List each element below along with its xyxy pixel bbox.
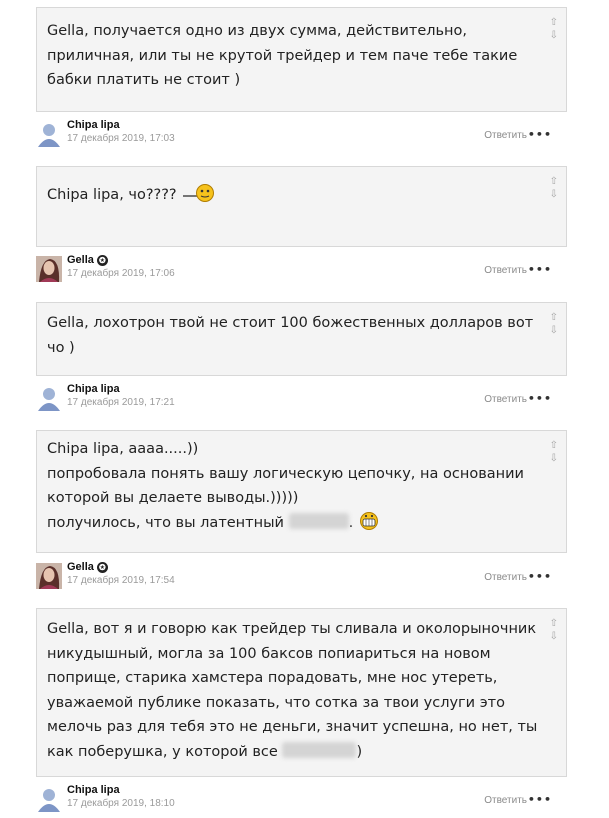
comment-line: приличная, или ты не крутой трейдер и те…	[47, 47, 518, 64]
comment-text: Gella, вот я и говорю как трейдер ты сли…	[47, 617, 538, 765]
comment-box: Chipa lipa, аааа.....)) попробовала поня…	[36, 430, 567, 553]
comment-text: Gella, лохотрон твой не стоит 100 божест…	[47, 311, 534, 360]
upvote-icon[interactable]: ⇧	[550, 175, 558, 188]
more-options-icon[interactable]: •••	[528, 393, 552, 404]
comment-line: попробовала понять вашу логическую цепоч…	[47, 465, 524, 482]
reply-button[interactable]: Ответить	[484, 130, 527, 141]
comment-meta: Chipa lipa 17 декабря 2019, 17:21 Ответи…	[36, 381, 567, 415]
upvote-icon[interactable]: ⇧	[550, 617, 558, 630]
more-options-icon[interactable]: •••	[528, 794, 552, 805]
more-options-icon[interactable]: •••	[528, 264, 552, 275]
comment-line-text: как поберушка, у которой все	[47, 743, 278, 760]
laughing-smiley-icon	[359, 511, 378, 530]
vote-controls: ⇧ ⇩	[550, 617, 558, 643]
author-name-text: Gella	[67, 561, 94, 573]
upvote-icon[interactable]: ⇧	[550, 439, 558, 452]
comment-line: Chipa lipa, чо????	[47, 183, 526, 208]
downvote-icon[interactable]: ⇩	[550, 188, 558, 201]
author-name[interactable]: Chipa lipa	[67, 784, 120, 796]
user-photo-avatar[interactable]	[36, 563, 62, 589]
default-avatar-icon[interactable]	[36, 786, 62, 812]
upvote-icon[interactable]: ⇧	[550, 311, 558, 324]
comment-line: уважаемой публике показать, что сотка за…	[47, 694, 505, 711]
comment-date: 17 декабря 2019, 18:10	[67, 798, 175, 809]
comment-line-text: Chipa lipa, чо????	[47, 187, 177, 203]
comment-box: Chipa lipa, чо???? ⇧ ⇩	[36, 166, 567, 247]
reply-button[interactable]: Ответить	[484, 795, 527, 806]
comment-meta: Gella ✪ 17 декабря 2019, 17:54 Ответить •…	[36, 559, 567, 593]
comment-meta: Chipa lipa 17 декабря 2019, 18:10 Ответи…	[36, 782, 567, 816]
comment-box: Gella, получается одно из двух сумма, де…	[36, 7, 567, 112]
comment-line: поприще, старика хамстера порадовать, мн…	[47, 670, 498, 686]
author-name[interactable]: Chipa lipa	[67, 383, 120, 395]
comment-line-text: получилось, что вы латентный	[47, 514, 284, 531]
comment-text: Chipa lipa, аааа.....)) попробовала поня…	[47, 437, 526, 535]
comment-text: Gella, получается одно из двух сумма, де…	[47, 19, 526, 93]
comment-line: получилось, что вы латентный .	[47, 511, 526, 536]
comment-line-end: .	[348, 514, 354, 531]
comment-line: мелочь раз для тебя это не деньги, значи…	[47, 719, 538, 735]
comment-date: 17 декабря 2019, 17:03	[67, 133, 175, 144]
badge-star-icon: ✪	[96, 255, 108, 266]
comment-date: 17 декабря 2019, 17:06	[67, 268, 175, 279]
comment-line: Gella, получается одно из двух сумма, де…	[47, 23, 468, 39]
vote-controls: ⇧ ⇩	[550, 16, 558, 42]
more-options-icon[interactable]: •••	[528, 129, 552, 140]
author-name[interactable]: Chipa lipa	[67, 119, 120, 131]
comment-date: 17 декабря 2019, 17:54	[67, 575, 175, 586]
smoking-smiley-icon	[183, 184, 215, 202]
comment-meta: Chipa lipa 17 декабря 2019, 17:03 Ответи…	[36, 117, 567, 151]
comment-line: никудышный, могла за 100 баксов попиарит…	[47, 645, 491, 662]
reply-button[interactable]: Ответить	[484, 265, 527, 276]
comment-meta: Gella ✪ 17 декабря 2019, 17:06 Ответить •…	[36, 252, 567, 286]
comment-date: 17 декабря 2019, 17:21	[67, 397, 175, 408]
comment-line: как поберушка, у которой все )	[47, 740, 526, 765]
comment-line: которой вы делаете выводы.)))))	[47, 490, 299, 506]
comment-line: бабки платить не стоит )	[47, 72, 241, 88]
comment-box: Gella, лохотрон твой не стоит 100 божест…	[36, 302, 567, 376]
comment-line: чо )	[47, 339, 75, 356]
default-avatar-icon[interactable]	[36, 385, 62, 411]
comment-line: Gella, лохотрон твой не стоит 100 божест…	[47, 315, 534, 331]
downvote-icon[interactable]: ⇩	[550, 29, 558, 42]
user-photo-avatar[interactable]	[36, 256, 62, 282]
comment-line: Chipa lipa, аааа.....))	[47, 441, 199, 457]
comment-box: Gella, вот я и говорю как трейдер ты сли…	[36, 608, 567, 777]
comment-line: Gella, вот я и говорю как трейдер ты сли…	[47, 621, 537, 637]
upvote-icon[interactable]: ⇧	[550, 16, 558, 29]
censored-word	[282, 741, 357, 758]
vote-controls: ⇧ ⇩	[550, 439, 558, 465]
reply-button[interactable]: Ответить	[484, 394, 527, 405]
downvote-icon[interactable]: ⇩	[550, 630, 558, 643]
vote-controls: ⇧ ⇩	[550, 311, 558, 337]
comment-text: Chipa lipa, чо????	[47, 183, 526, 208]
downvote-icon[interactable]: ⇩	[550, 452, 558, 465]
downvote-icon[interactable]: ⇩	[550, 324, 558, 337]
comment-line-end: )	[356, 743, 363, 760]
author-name-text: Gella	[67, 254, 94, 266]
vote-controls: ⇧ ⇩	[550, 175, 558, 201]
more-options-icon[interactable]: •••	[528, 571, 552, 582]
author-name[interactable]: Gella ✪	[67, 254, 108, 266]
censored-word	[288, 512, 349, 529]
badge-star-icon: ✪	[96, 562, 108, 573]
author-name[interactable]: Gella ✪	[67, 561, 108, 573]
default-avatar-icon[interactable]	[36, 121, 62, 147]
reply-button[interactable]: Ответить	[484, 572, 527, 583]
